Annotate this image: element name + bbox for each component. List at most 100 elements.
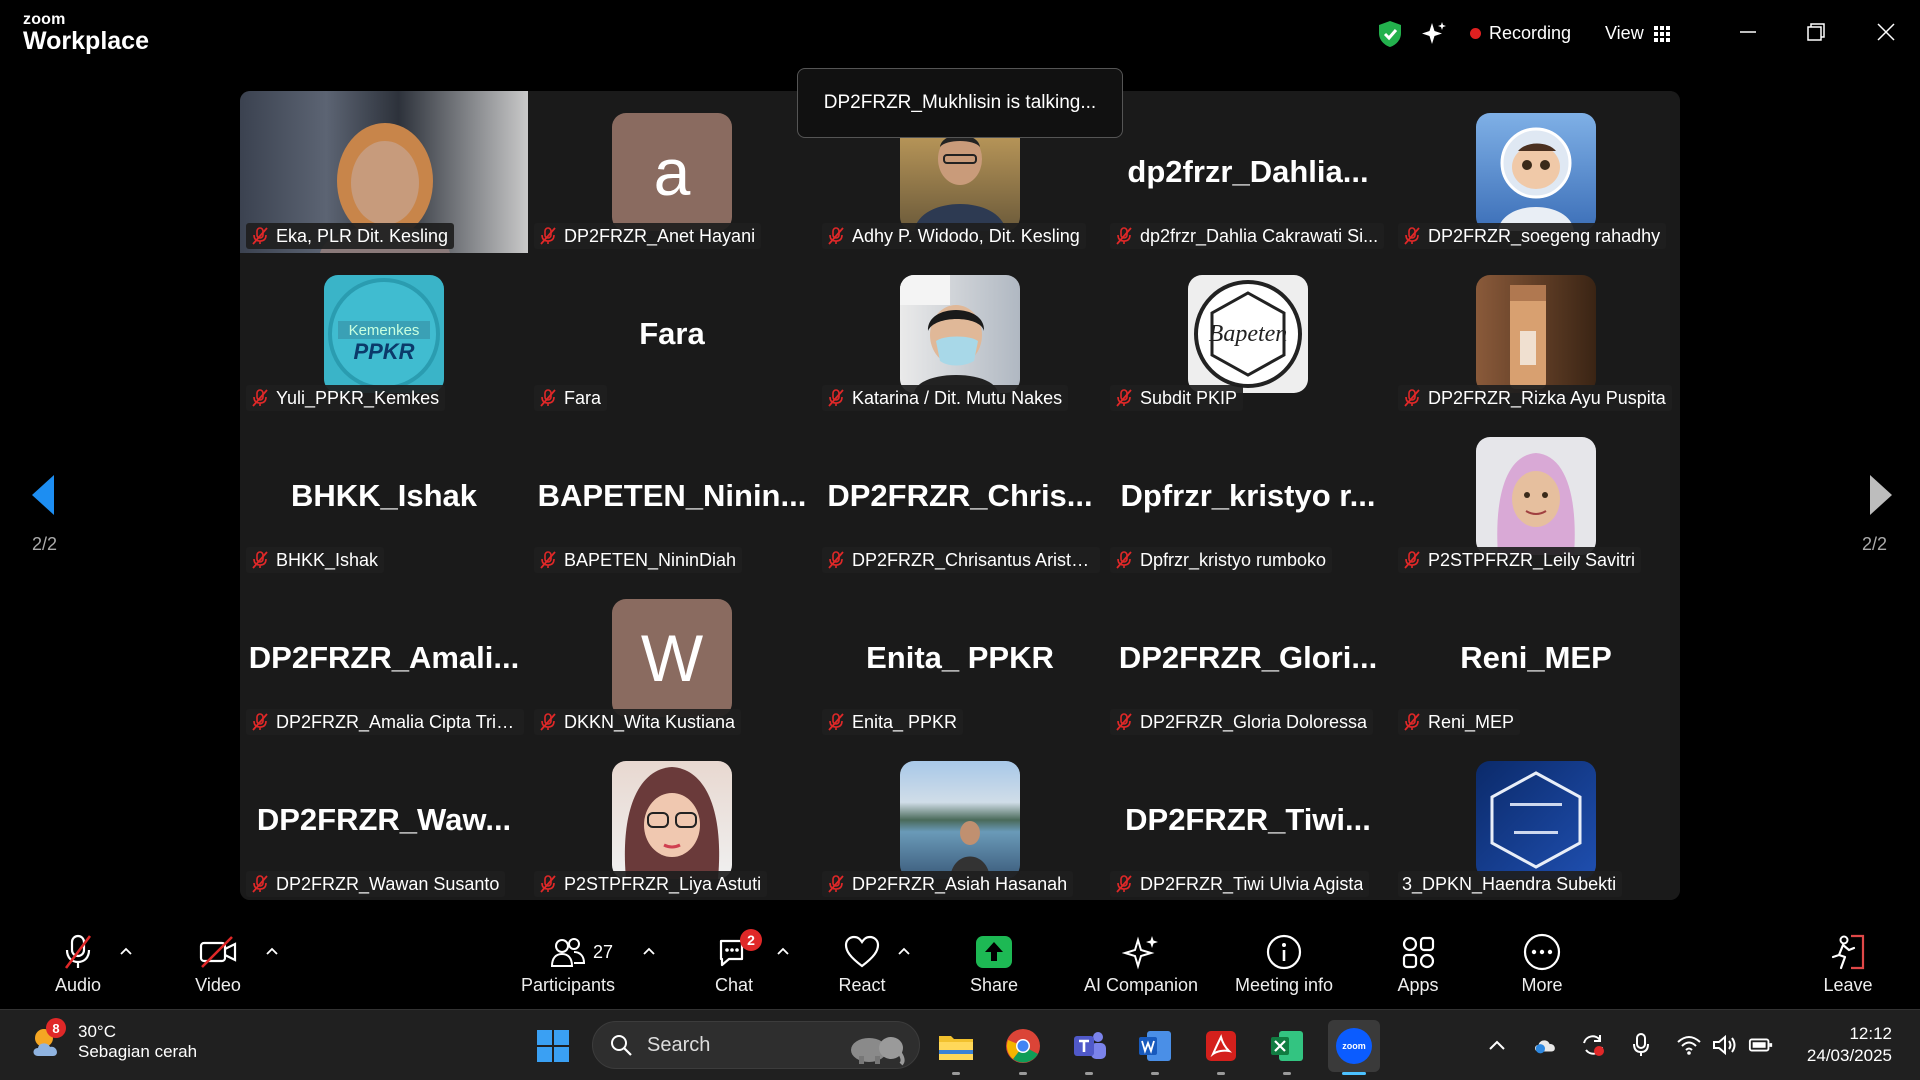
participant-tile[interactable]: DP2FRZR_Amali... DP2FRZR_Amalia Cipta Tri… — [240, 577, 528, 739]
participant-name: Eka, PLR Dit. Kesling — [276, 225, 449, 246]
weather-temp: 30°C — [78, 1022, 116, 1041]
participant-tile[interactable]: DP2FRZR_Tiwi... DP2FRZR_Tiwi Ulvia Agista — [1104, 739, 1392, 900]
leave-button[interactable]: Leave — [1818, 921, 1878, 1009]
participant-tile[interactable]: Enita_ PPKR Enita_ PPKR — [816, 577, 1104, 739]
excel-icon[interactable] — [1266, 1025, 1308, 1075]
ai-companion-icon — [1121, 933, 1161, 971]
file-explorer-icon[interactable] — [935, 1025, 977, 1075]
muted-mic-icon — [1116, 551, 1132, 569]
participant-tile[interactable]: 3_DPKN_Haendra Subekti — [1392, 739, 1680, 900]
participant-tile[interactable]: a DP2FRZR_Anet Hayani — [528, 91, 816, 253]
windows-taskbar: 8 30°C Sebagian cerah Search zoom 12:12 … — [0, 1009, 1920, 1080]
participant-name: Katarina / Dit. Mutu Nakes — [852, 387, 1063, 408]
chat-caret-icon[interactable] — [775, 943, 791, 959]
recording-indicator[interactable]: Recording — [1470, 0, 1571, 67]
participant-tile[interactable]: BHKK_Ishak BHKK_Ishak — [240, 415, 528, 577]
chrome-icon[interactable] — [1002, 1025, 1044, 1075]
audio-caret-icon[interactable] — [118, 943, 134, 959]
muted-mic-icon — [1404, 551, 1420, 569]
wifi-icon[interactable] — [1676, 1032, 1702, 1058]
participant-name: Reni_MEP — [1428, 711, 1515, 732]
participant-tile[interactable]: dp2frzr_Dahlia... dp2frzr_Dahlia Cakrawat… — [1104, 91, 1392, 253]
apps-icon — [1398, 933, 1438, 971]
next-page-arrow-icon[interactable] — [1862, 470, 1898, 520]
participants-caret-icon[interactable] — [641, 943, 657, 959]
zoom-logo: zoom Workplace — [23, 12, 149, 54]
video-button[interactable]: Video — [188, 921, 248, 1009]
participant-name-label: Fara — [534, 385, 608, 411]
muted-mic-icon — [828, 713, 844, 731]
share-button[interactable]: Share — [964, 921, 1024, 1009]
muted-mic-icon — [252, 551, 268, 569]
ai-companion-button[interactable]: AI Companion — [1076, 921, 1206, 1009]
dpkn-logo — [1476, 761, 1596, 879]
participant-tile[interactable]: P2STPFRZR_Leily Savitri — [1392, 415, 1680, 577]
participant-name: DP2FRZR_Wawan Susanto — [276, 873, 500, 894]
participant-tile[interactable]: BAPETEN_Ninin... BAPETEN_NininDiah — [528, 415, 816, 577]
participant-tile[interactable]: Kemenkes PPKR Yuli_PPKR_Kemkes — [240, 253, 528, 415]
sync-icon[interactable] — [1580, 1032, 1606, 1058]
participant-tile[interactable]: DP2FRZR_Asiah Hasanah — [816, 739, 1104, 900]
onedrive-icon[interactable] — [1532, 1032, 1558, 1058]
recording-label: Recording — [1489, 23, 1572, 43]
video-off-icon — [198, 933, 238, 971]
react-button[interactable]: React — [832, 921, 892, 1009]
participant-name: DP2FRZR_Anet Hayani — [564, 225, 756, 246]
participant-name-label: Eka, PLR Dit. Kesling — [246, 223, 455, 249]
view-button[interactable]: View — [1605, 0, 1670, 67]
audio-label: Audio — [54, 975, 102, 995]
more-button[interactable]: More — [1512, 921, 1572, 1009]
svg-text:Bapeten: Bapeten — [1209, 321, 1288, 347]
audio-button[interactable]: Audio — [48, 921, 108, 1009]
restore-button[interactable] — [1796, 12, 1836, 52]
taskbar-clock[interactable]: 12:12 24/03/2025 — [1807, 1023, 1892, 1067]
meeting-info-button[interactable]: Meeting info — [1232, 921, 1336, 1009]
participant-tile[interactable]: Reni_MEP Reni_MEP — [1392, 577, 1680, 739]
participant-tile[interactable]: DP2FRZR_Waw... DP2FRZR_Wawan Susanto — [240, 739, 528, 900]
taskbar-search[interactable]: Search — [592, 1021, 920, 1069]
participant-tile[interactable]: Dpfrzr_kristyo r... Dpfrzr_kristyo rumbok… — [1104, 415, 1392, 577]
muted-mic-icon — [58, 933, 98, 971]
participant-name: P2STPFRZR_Leily Savitri — [1428, 549, 1636, 570]
weather-widget[interactable]: 8 30°C Sebagian cerah — [28, 1018, 197, 1063]
participant-tile[interactable]: Katarina / Dit. Mutu Nakes — [816, 253, 1104, 415]
participant-name-label: DP2FRZR_Anet Hayani — [534, 223, 762, 249]
letter-avatar: a — [612, 113, 732, 231]
word-icon[interactable] — [1134, 1025, 1176, 1075]
teams-icon[interactable] — [1068, 1025, 1110, 1075]
battery-icon[interactable] — [1748, 1032, 1774, 1058]
microphone-tray-icon[interactable] — [1628, 1032, 1654, 1058]
muted-mic-icon — [1404, 227, 1420, 245]
participant-tile[interactable]: Eka, PLR Dit. Kesling — [240, 91, 528, 253]
windows-start-icon[interactable] — [532, 1025, 574, 1067]
volume-icon[interactable] — [1712, 1032, 1738, 1058]
participant-tile[interactable]: DP2FRZR_Rizka Ayu Puspita — [1392, 253, 1680, 415]
participant-name-label: DP2FRZR_Rizka Ayu Puspita — [1398, 385, 1672, 411]
chat-button[interactable]: 2 Chat — [704, 921, 764, 1009]
muted-mic-icon — [828, 551, 844, 569]
acrobat-icon[interactable] — [1200, 1025, 1242, 1075]
zoom-taskbar-icon[interactable]: zoom — [1328, 1020, 1380, 1075]
participant-tile[interactable]: P2STPFRZR_Liya Astuti — [528, 739, 816, 900]
participant-tile[interactable]: Bapeten Subdit PKIP — [1104, 253, 1392, 415]
apps-label: Apps — [1397, 975, 1439, 995]
leave-label: Leave — [1823, 975, 1873, 995]
participant-tile[interactable]: DP2FRZR_soegeng rahadhy — [1392, 91, 1680, 253]
minimize-button[interactable] — [1728, 12, 1768, 52]
participant-tile[interactable]: W DKKN_Wita Kustiana — [528, 577, 816, 739]
participant-name: DP2FRZR_Gloria Doloressa — [1140, 711, 1368, 732]
apps-button[interactable]: Apps — [1388, 921, 1448, 1009]
ai-sparkle-icon[interactable] — [1420, 0, 1448, 67]
participants-button[interactable]: 27 Participants — [518, 921, 618, 1009]
participant-name: dp2frzr_Dahlia Cakrawati Si... — [1140, 225, 1379, 246]
security-shield-icon[interactable] — [1377, 0, 1403, 67]
participant-tile[interactable]: DP2FRZR_Chris... DP2FRZR_Chrisantus Arist… — [816, 415, 1104, 577]
prev-page-arrow-icon[interactable] — [26, 470, 62, 520]
video-caret-icon[interactable] — [264, 943, 280, 959]
participant-tile[interactable]: DP2FRZR_Glori... DP2FRZR_Gloria Doloressa — [1104, 577, 1392, 739]
react-caret-icon[interactable] — [896, 943, 912, 959]
close-button[interactable] — [1866, 12, 1906, 52]
tray-chevron-icon[interactable] — [1484, 1032, 1510, 1058]
participant-tile[interactable]: Fara Fara — [528, 253, 816, 415]
muted-mic-icon — [1404, 713, 1420, 731]
